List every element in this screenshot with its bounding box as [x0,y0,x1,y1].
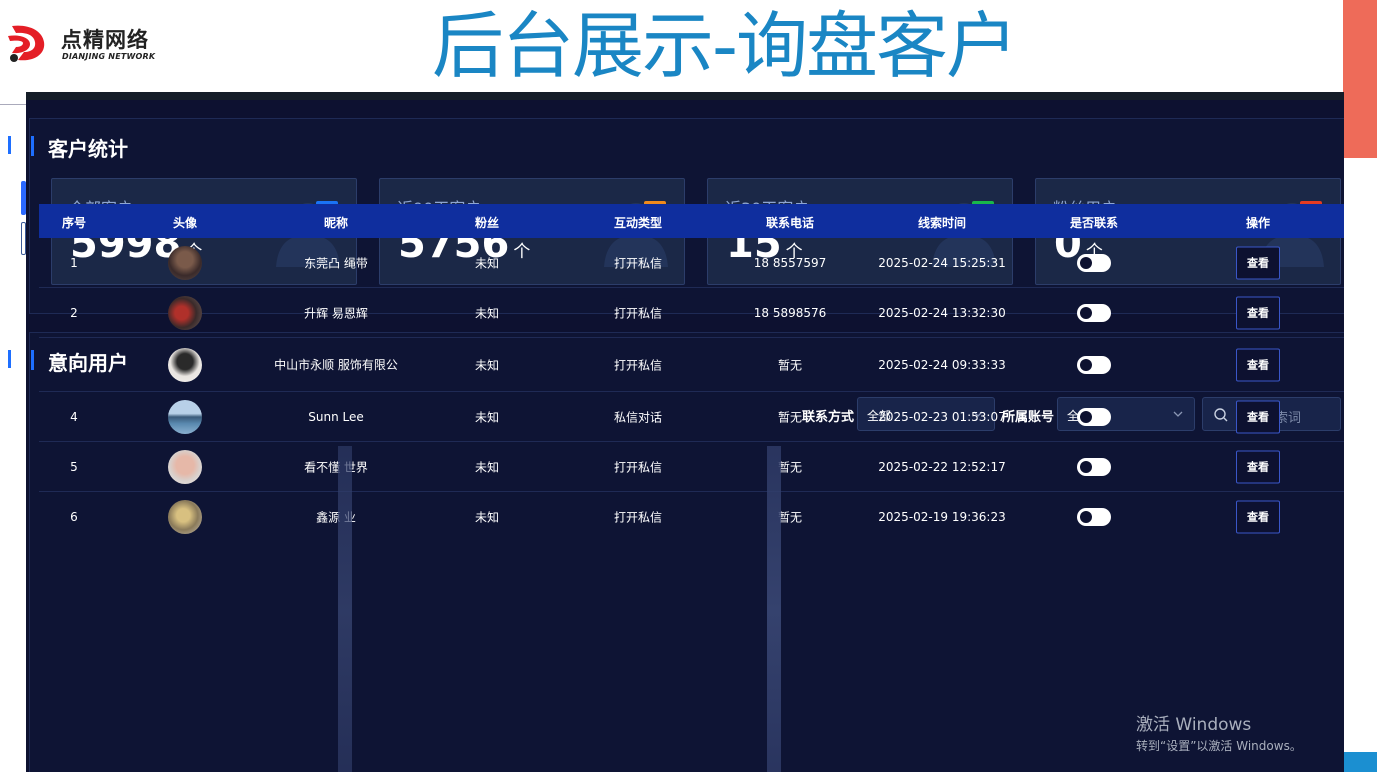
company-logo: 点精网络 DIANJING NETWORK [6,18,156,68]
cell-phone: 暂无 [777,410,803,425]
avatar [168,500,202,534]
cell-interaction-type: 私信对话 [613,410,663,425]
toggle-knob [1080,461,1092,473]
cell-nickname: 升辉 易恩辉 [304,306,368,321]
edge-tab [21,222,26,255]
toggle-knob [1080,257,1092,269]
view-button[interactable]: 查看 [1236,296,1280,330]
avatar [168,450,202,484]
cell-fans: 未知 [474,256,500,271]
cell-nickname: 中山市永顺 服饰有限公 [274,358,398,372]
cell-index: 6 [70,510,78,524]
decorative-blue-bar [1343,752,1377,772]
cell-interaction-type: 打开私信 [613,510,663,525]
cell-phone: 暂无 [777,510,803,525]
decorative-red-bar [1343,0,1377,158]
column-header-avatar: 头像 [172,216,198,230]
cell-lead-time: 2025-02-24 13:32:30 [878,306,1006,320]
cell-index: 1 [70,256,78,270]
avatar [168,296,202,330]
view-button[interactable]: 查看 [1236,400,1280,434]
cell-index: 4 [70,410,78,424]
cell-fans: 未知 [474,460,500,475]
cell-nickname: 东莞凸 绳带 [304,256,368,271]
cell-nickname: 看不懂 世界 [304,460,368,475]
cell-phone: 18 8557597 [753,256,827,270]
toggle-knob [1080,307,1092,319]
privacy-blur-nickname [338,446,352,772]
contacted-toggle[interactable] [1077,254,1111,272]
logo-chinese-text: 点精网络 [61,28,149,52]
cell-lead-time: 2025-02-22 12:52:17 [878,460,1006,474]
toggle-knob [1080,511,1092,523]
contacted-toggle[interactable] [1077,356,1111,374]
cell-fans: 未知 [474,306,500,321]
view-button[interactable]: 查看 [1236,348,1280,382]
table-row: 2 升辉 易恩辉 未知 打开私信 18 5898576 2025-02-24 1… [39,288,1344,338]
cell-index: 5 [70,460,78,474]
cell-nickname: Sunn Lee [308,410,364,424]
contacted-toggle[interactable] [1077,508,1111,526]
column-header-actions: 操作 [1245,216,1271,230]
slide-title: 后台展示-询盘客户 [432,4,1018,88]
column-header-lead-time: 线索时间 [917,216,967,230]
avatar [168,348,202,382]
column-header-interaction-type: 互动类型 [613,216,663,230]
privacy-blur-phone [767,446,781,772]
view-button[interactable]: 查看 [1236,500,1280,534]
cell-lead-time: 2025-02-24 09:33:33 [878,358,1006,372]
cell-index: 3 [70,358,78,372]
stats-panel-title: 客户统计 [31,133,128,162]
table-row: 3 中山市永顺 服饰有限公 未知 打开私信 暂无 2025-02-24 09:3… [39,338,1344,392]
watermark-subtitle: 转到“设置”以激活 Windows。 [1136,739,1302,753]
cell-phone: 18 5898576 [753,306,827,320]
cell-interaction-type: 打开私信 [613,256,663,271]
edge-accent-mark [8,350,11,368]
cell-fans: 未知 [474,510,500,525]
cell-lead-time: 2025-02-19 19:36:23 [878,510,1006,524]
edge-active-tab [21,181,26,215]
column-header-contacted: 是否联系 [1069,216,1119,230]
slide-page: 点精网络 DIANJING NETWORK 后台展示-询盘客户 客户统计 全部客… [0,0,1377,772]
column-header-phone: 联系电话 [765,216,815,230]
view-button[interactable]: 查看 [1236,450,1280,484]
table-row: 4 Sunn Lee 未知 私信对话 暂无 2025-02-23 01:53:0… [39,392,1344,442]
table-row: 5 看不懂 世界 未知 打开私信 暂无 2025-02-22 12:52:17 … [39,442,1344,492]
cell-interaction-type: 打开私信 [613,460,663,475]
cell-fans: 未知 [474,358,500,373]
avatar [168,246,202,280]
admin-top-bar [26,92,1344,100]
column-header-nickname: 昵称 [323,216,349,230]
table-row: 1 东莞凸 绳带 未知 打开私信 18 8557597 2025-02-24 1… [39,238,1344,288]
divider [0,104,26,105]
logo-english-text: DIANJING NETWORK [62,52,156,61]
cell-lead-time: 2025-02-23 01:53:07 [878,410,1006,424]
toggle-knob [1080,411,1092,423]
admin-dashboard: 客户统计 全部客户 5998个 近90天客户 5756个 近30天客户 15个 [26,92,1344,772]
contacted-toggle[interactable] [1077,408,1111,426]
cell-phone: 暂无 [777,358,803,373]
cell-index: 2 [70,306,78,320]
column-header-index: 序号 [61,216,87,230]
column-header-fans: 粉丝 [474,216,500,230]
cell-fans: 未知 [474,410,500,425]
cell-interaction-type: 打开私信 [613,306,663,321]
cell-phone: 暂无 [777,460,803,475]
cell-lead-time: 2025-02-24 15:25:31 [878,256,1006,270]
table-row: 6 鑫源 业 未知 打开私信 暂无 2025-02-19 19:36:23 查看 [39,492,1344,542]
contacted-toggle[interactable] [1077,458,1111,476]
watermark-title: 激活 Windows [1136,715,1252,735]
cell-interaction-type: 打开私信 [613,358,663,373]
logo-mark-icon [8,25,45,62]
windows-activation-watermark: 激活 Windows 转到“设置”以激活 Windows。 [1136,710,1302,754]
view-button[interactable]: 查看 [1236,246,1280,280]
avatar [168,400,202,434]
table-header: 序号 头像 昵称 粉丝 互动类型 联系电话 线索时间 是否联系 操作 [39,204,1344,238]
contacted-toggle[interactable] [1077,304,1111,322]
toggle-knob [1080,359,1092,371]
edge-accent-mark [8,136,11,154]
